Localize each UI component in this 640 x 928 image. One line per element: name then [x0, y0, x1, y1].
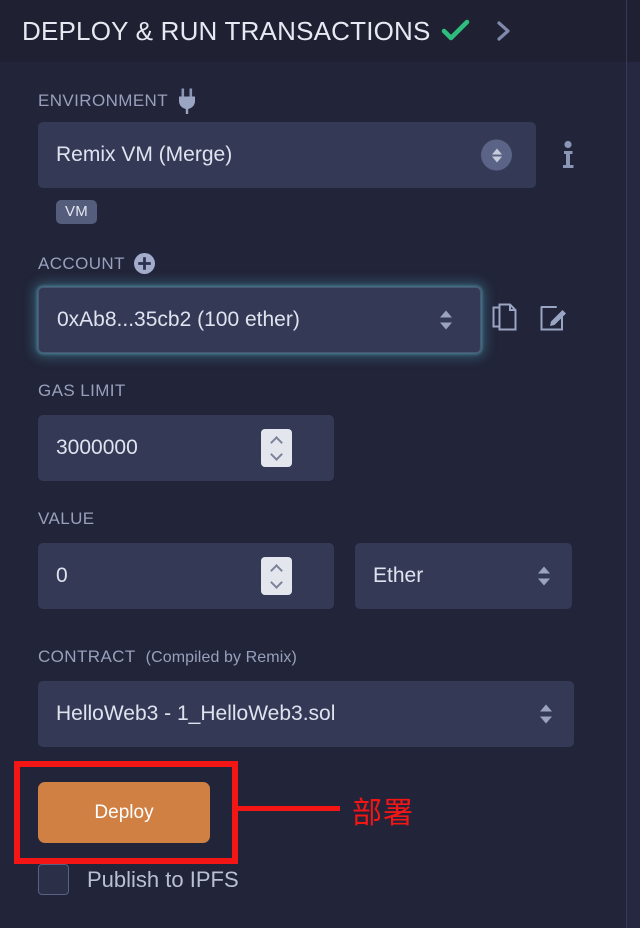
publish-to-ipfs-row[interactable]: Publish to IPFS — [38, 864, 239, 895]
caret-down-icon — [538, 578, 550, 586]
account-select[interactable]: 0xAb8...35cb2 (100 ether) — [38, 287, 481, 353]
caret-up-icon — [491, 148, 502, 154]
deploy-run-transactions-panel: DEPLOY & RUN TRANSACTIONS ENVIRONMENT Re… — [0, 0, 626, 928]
value-unit-arrows-icon[interactable] — [538, 566, 550, 586]
value-unit: Ether — [373, 564, 424, 587]
check-icon — [441, 19, 471, 43]
contract-value: HelloWeb3 - 1_HelloWeb3.sol — [56, 702, 336, 725]
stepper-down-icon[interactable] — [271, 578, 282, 589]
stepper-down-icon[interactable] — [271, 450, 282, 461]
contract-label: CONTRACT (Compiled by Remix) — [38, 647, 297, 667]
caret-up-icon — [540, 704, 552, 712]
caret-down-icon — [491, 156, 502, 162]
gas-limit-label-text: GAS LIMIT — [38, 381, 126, 400]
gas-limit-input[interactable]: 3000000 — [38, 415, 334, 481]
account-value: 0xAb8...35cb2 (100 ether) — [57, 308, 300, 331]
panel-scrollbar-gutter[interactable] — [626, 0, 640, 928]
edit-icon[interactable] — [540, 303, 568, 338]
caret-up-icon — [440, 310, 452, 318]
chevron-right-icon[interactable] — [495, 20, 513, 42]
deploy-button[interactable]: Deploy — [38, 782, 210, 843]
environment-select[interactable]: Remix VM (Merge) — [38, 122, 536, 188]
contract-sub-label: (Compiled by Remix) — [145, 649, 297, 666]
contract-select[interactable]: HelloWeb3 - 1_HelloWeb3.sol — [38, 681, 574, 747]
publish-to-ipfs-checkbox[interactable] — [38, 864, 69, 895]
gas-limit-label: GAS LIMIT — [38, 381, 126, 401]
environment-select-arrows-icon[interactable] — [481, 139, 512, 171]
caret-up-icon — [538, 566, 550, 574]
value-unit-select[interactable]: Ether — [355, 543, 572, 609]
gas-limit-value: 3000000 — [56, 436, 138, 459]
publish-to-ipfs-label: Publish to IPFS — [87, 866, 239, 892]
info-icon[interactable] — [560, 140, 576, 177]
value-stepper[interactable] — [261, 557, 292, 595]
plug-icon — [176, 88, 198, 114]
stepper-up-icon[interactable] — [271, 436, 282, 447]
value-input[interactable]: 0 — [38, 543, 334, 609]
copy-icon[interactable] — [492, 303, 518, 338]
page-title: DEPLOY & RUN TRANSACTIONS — [22, 15, 431, 46]
environment-label: ENVIRONMENT — [38, 88, 198, 114]
header-gutter — [627, 0, 640, 62]
stepper-up-icon[interactable] — [271, 564, 282, 575]
value-label-text: VALUE — [38, 509, 95, 528]
account-label: ACCOUNT — [38, 252, 156, 275]
environment-label-text: ENVIRONMENT — [38, 91, 169, 110]
caret-down-icon — [440, 322, 452, 330]
account-label-text: ACCOUNT — [38, 253, 125, 273]
panel-header: DEPLOY & RUN TRANSACTIONS — [0, 0, 626, 62]
value-amount: 0 — [56, 564, 68, 587]
plus-circle-icon[interactable] — [133, 252, 156, 275]
environment-value: Remix VM (Merge) — [56, 143, 233, 166]
environment-badge: VM — [56, 200, 98, 224]
contract-label-text: CONTRACT — [38, 647, 136, 666]
contract-select-arrows-icon[interactable] — [540, 704, 552, 724]
gas-limit-stepper[interactable] — [261, 429, 292, 467]
value-label: VALUE — [38, 509, 95, 529]
account-select-arrows-icon[interactable] — [440, 310, 452, 330]
caret-down-icon — [540, 716, 552, 724]
